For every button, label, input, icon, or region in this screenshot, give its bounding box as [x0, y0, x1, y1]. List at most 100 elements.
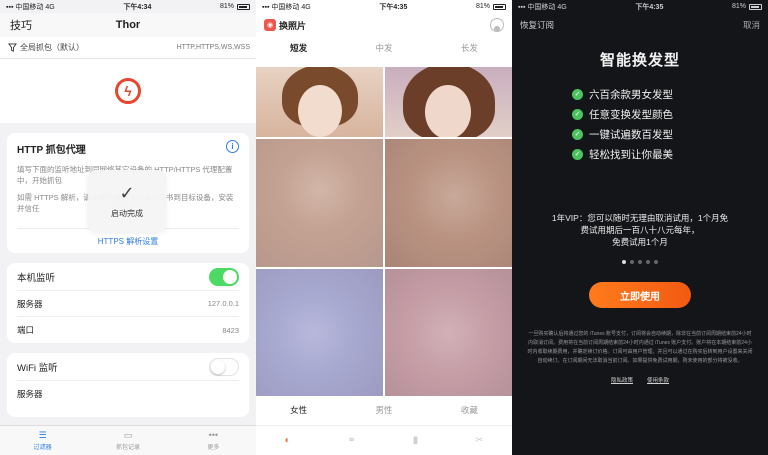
- tab-label: 过滤器: [33, 445, 52, 451]
- thor-app-panel: ▪▪▪ 中国移动 4G 下午4:34 81% 技巧 Thor 全局抓包（默认） …: [0, 0, 256, 455]
- port-row: 端口 8423: [17, 317, 239, 343]
- carrier-info: ▪▪▪ 中国移动 4G: [518, 2, 567, 12]
- server-value: 127.0.0.1: [207, 299, 239, 308]
- status-right: 81%: [220, 3, 250, 10]
- feature-text: 轻松找到让你最美: [589, 148, 673, 161]
- local-listen-card: 本机监听 服务器 127.0.0.1 端口 8423: [7, 263, 249, 343]
- tool-bar: ◐ ⚭ ▮ ✂: [256, 425, 512, 455]
- nav-bar: ◉ 换照片: [256, 13, 512, 37]
- use-now-button[interactable]: 立即使用: [589, 282, 691, 308]
- feature-text: 一键试遍数百发型: [589, 128, 673, 141]
- tab-male[interactable]: 男性: [375, 404, 392, 416]
- vip-line: 费试用期后一百八十八元每年，: [580, 225, 700, 235]
- network: 4G: [557, 3, 567, 11]
- wifi-listen-title: WiFi 监听: [17, 362, 58, 374]
- tab-long-hair[interactable]: 长发: [461, 42, 478, 54]
- camera-icon: ◉: [264, 19, 276, 31]
- hairstyle-thumbnail[interactable]: [256, 139, 383, 267]
- hairstyle-tool-icon[interactable]: ◐: [284, 435, 290, 446]
- page-dot: [622, 260, 626, 264]
- wifi-listen-toggle[interactable]: [209, 357, 239, 376]
- wifi-server-row: 服务器: [17, 381, 239, 407]
- feature-list: ✓ 六百余款男女发型 ✓ 任意变换发型颜色 ✓ 一键试遍数百发型 ✓ 轻松找到让…: [512, 84, 768, 164]
- filter-label: 全局抓包（默认）: [20, 43, 84, 52]
- status-bar: ▪▪▪ 中国移动 4G 下午4:34 81%: [0, 0, 256, 13]
- port-value: 8423: [222, 325, 239, 335]
- nav-bar: 恢复订阅 取消: [512, 13, 768, 37]
- profile-icon[interactable]: [490, 18, 504, 32]
- length-tabs: 短发 中发 长发: [256, 37, 512, 59]
- network: 4G: [45, 3, 55, 11]
- tab-label: 更多: [207, 445, 220, 451]
- hairstyle-grid: [256, 67, 512, 398]
- privacy-policy-link[interactable]: 隐私政策: [611, 376, 633, 384]
- signal-icon: ▪▪▪: [518, 3, 526, 11]
- local-listen-title: 本机监听: [17, 272, 56, 284]
- legal-links: 隐私政策 使用条款: [512, 376, 768, 384]
- carrier: 中国移动: [527, 3, 556, 11]
- signal-icon: ▪▪▪: [6, 3, 14, 11]
- battery-percent: 81%: [475, 3, 490, 10]
- subscription-panel: ▪▪▪ 中国移动 4G 下午4:35 81% 恢复订阅 取消 智能换发型 ✓ 六…: [512, 0, 768, 455]
- check-circle-icon: ✓: [572, 128, 583, 140]
- carrier-info: ▪▪▪ 中国移动 4G: [6, 2, 55, 12]
- filter-bar[interactable]: 全局抓包（默认） HTTP,HTTPS,WS,WSS: [0, 37, 256, 59]
- feature-text: 任意变换发型颜色: [589, 108, 673, 121]
- change-photo-button[interactable]: ◉ 换照片: [264, 19, 306, 32]
- checkmark-icon: ✓: [119, 182, 135, 203]
- https-settings-link[interactable]: HTTPS 解析设置: [7, 236, 249, 247]
- status-right: 81%: [476, 3, 506, 10]
- info-icon[interactable]: i: [226, 140, 239, 153]
- terms-of-use-link[interactable]: 使用条款: [647, 376, 669, 384]
- carrier: 中国移动: [271, 3, 300, 11]
- hairstyle-thumbnail[interactable]: [385, 67, 512, 137]
- local-listen-row: 本机监听: [17, 263, 239, 291]
- more-icon: •••: [208, 430, 219, 440]
- hairstyle-thumbnail[interactable]: [385, 269, 512, 398]
- vip-line: 1年VIP：您可以随时无理由取消试用，1个月免: [551, 213, 729, 223]
- carrier: 中国移动: [15, 3, 44, 11]
- tab-medium-hair[interactable]: 中发: [375, 42, 392, 54]
- tab-short-hair[interactable]: 短发: [290, 42, 307, 54]
- filter-protocols: HTTP,HTTPS,WS,WSS: [176, 44, 250, 51]
- logo-area: ϟ: [0, 59, 256, 123]
- clock: 下午4:34: [123, 3, 152, 11]
- tab-filters[interactable]: ☰ 过滤器: [0, 426, 85, 455]
- battery-icon: [236, 3, 250, 10]
- page-dot: [646, 260, 650, 264]
- glasses-tool-icon[interactable]: ⚭: [347, 435, 355, 446]
- tab-capture-records[interactable]: ▭ 抓包记录: [85, 426, 170, 455]
- tab-more[interactable]: ••• 更多: [171, 426, 256, 455]
- feature-item: ✓ 任意变换发型颜色: [572, 104, 768, 124]
- check-circle-icon: ✓: [572, 108, 583, 120]
- check-circle-icon: ✓: [572, 148, 583, 160]
- headline: 智能换发型: [599, 52, 680, 69]
- feature-text: 六百余款男女发型: [589, 88, 673, 101]
- server-row: 服务器 127.0.0.1: [17, 291, 239, 317]
- check-circle-icon: ✓: [572, 88, 583, 100]
- sliders-icon: ☰: [38, 430, 47, 440]
- page-title: Thor: [115, 19, 141, 31]
- battery-icon: [492, 3, 506, 10]
- hairstyle-thumbnail[interactable]: [256, 67, 383, 137]
- carrier-info: ▪▪▪ 中国移动 4G: [262, 2, 311, 12]
- hairstyle-thumbnail[interactable]: [385, 139, 512, 267]
- local-listen-toggle[interactable]: [209, 267, 239, 286]
- battery-percent: 81%: [219, 3, 234, 10]
- status-bar: ▪▪▪ 中国移动 4G 下午4:35 81%: [512, 0, 768, 13]
- port-label: 端口: [17, 325, 35, 335]
- restore-subscription-button[interactable]: 恢复订阅: [520, 19, 554, 31]
- tab-favorites[interactable]: 收藏: [461, 404, 478, 416]
- page-indicator[interactable]: [512, 260, 768, 264]
- network: 4G: [301, 3, 311, 11]
- cancel-button[interactable]: 取消: [743, 19, 760, 31]
- tips-button[interactable]: 技巧: [10, 17, 32, 33]
- thor-lightning-icon[interactable]: ϟ: [115, 78, 141, 104]
- signal-icon: ▪▪▪: [262, 3, 270, 11]
- page-dot: [638, 260, 642, 264]
- bottle-tool-icon[interactable]: ▮: [413, 435, 419, 446]
- tab-female[interactable]: 女性: [290, 404, 307, 416]
- hairstyle-thumbnail[interactable]: [256, 269, 383, 398]
- status-right: 81%: [732, 3, 762, 10]
- scissors-tool-icon[interactable]: ✂: [475, 435, 483, 446]
